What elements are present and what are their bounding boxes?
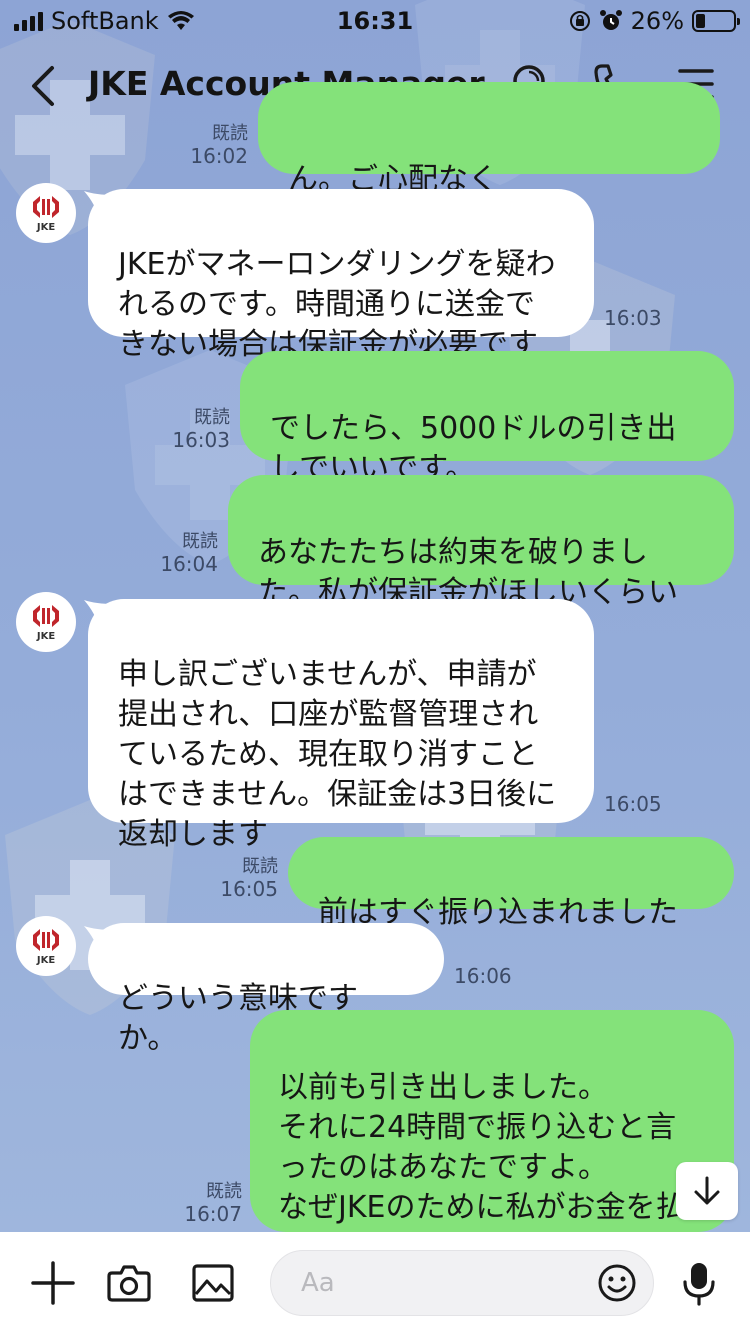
battery-fill (696, 14, 706, 28)
jke-logo-icon (33, 929, 59, 951)
microphone-icon[interactable] (676, 1260, 722, 1306)
message-time: 16:07 (184, 1202, 242, 1226)
avatar[interactable]: JKE (16, 916, 76, 976)
message-text: 申し訳ございませんが、申請が提出され、口座が監督管理されているため、現在取り消す… (118, 657, 557, 852)
scroll-to-bottom-button[interactable] (676, 1162, 738, 1220)
camera-icon[interactable] (106, 1260, 152, 1306)
battery-icon (692, 10, 740, 32)
message-time: 16:06 (454, 964, 512, 988)
message-time: 16:05 (220, 877, 278, 901)
arrow-down-icon (694, 1176, 720, 1205)
message-bubble-incoming[interactable]: JKEがマネーロンダリングを疑われるのです。時間通りに送金できない場合は保証金が… (88, 189, 594, 362)
status-bar: SoftBank 16:31 26% (0, 0, 750, 44)
plus-icon[interactable] (30, 1260, 76, 1306)
avatar-label: JKE (36, 631, 56, 642)
message-bubble-outgoing[interactable]: あなたたちは約束を破りました。私が保証金がほしいくらいです。 (228, 475, 734, 650)
read-receipt: 既読 (194, 407, 230, 428)
jke-logo-icon (33, 196, 59, 218)
chevron-left-icon[interactable] (24, 62, 64, 110)
alarm-icon (599, 10, 622, 30)
orientation-lock-icon (569, 11, 590, 31)
message-time: 16:05 (604, 792, 662, 816)
image-icon[interactable] (190, 1260, 236, 1306)
message-input[interactable]: Aa (270, 1250, 654, 1316)
read-receipt: 既読 (182, 531, 218, 552)
message-time: 16:04 (160, 552, 218, 576)
message-meta: 既読 16:02 (190, 122, 248, 168)
message-bubble-outgoing[interactable]: ん。ご心配なく (258, 82, 720, 197)
avatar[interactable]: JKE (16, 592, 76, 652)
message-meta: 既読 16:04 (160, 530, 218, 576)
message-bubble-incoming[interactable]: 申し訳ございませんが、申請が提出され、口座が監督管理されているため、現在取り消す… (88, 599, 594, 852)
status-right: 26% (569, 7, 740, 35)
read-receipt: 既読 (242, 856, 278, 877)
battery-percent: 26% (630, 7, 684, 35)
message-input-placeholder: Aa (301, 1268, 335, 1298)
message-bubble-outgoing[interactable]: 前はすぐ振り込まれましたよ (288, 837, 734, 970)
message-bubble-incoming[interactable]: どういう意味ですか。 (88, 923, 444, 1056)
jke-logo-icon (33, 605, 59, 627)
message-text: JKEがマネーロンダリングを疑われるのです。時間通りに送金できない場合は保証金が… (118, 247, 556, 362)
message-bubble-outgoing[interactable]: 以前も引き出しました。 それに24時間で振り込むと言ったのはあなたですよ。 なぜ… (250, 1010, 734, 1265)
avatar[interactable]: JKE (16, 183, 76, 243)
message-bubble-outgoing[interactable]: でしたら、5000ドルの引き出しでいいです。 (240, 351, 734, 486)
avatar-label: JKE (36, 955, 56, 966)
emoji-icon[interactable] (597, 1263, 637, 1303)
message-time: 16:03 (172, 428, 230, 452)
message-input-bar: Aa (0, 1232, 750, 1334)
message-meta: 既読 16:07 (184, 1180, 242, 1226)
read-receipt: 既読 (206, 1181, 242, 1202)
read-receipt: 既読 (212, 123, 248, 144)
avatar-label: JKE (36, 222, 56, 233)
message-meta: 既読 16:05 (220, 855, 278, 901)
message-time: 16:03 (604, 306, 662, 330)
message-meta: 既読 16:03 (172, 406, 230, 452)
message-time: 16:02 (190, 144, 248, 168)
